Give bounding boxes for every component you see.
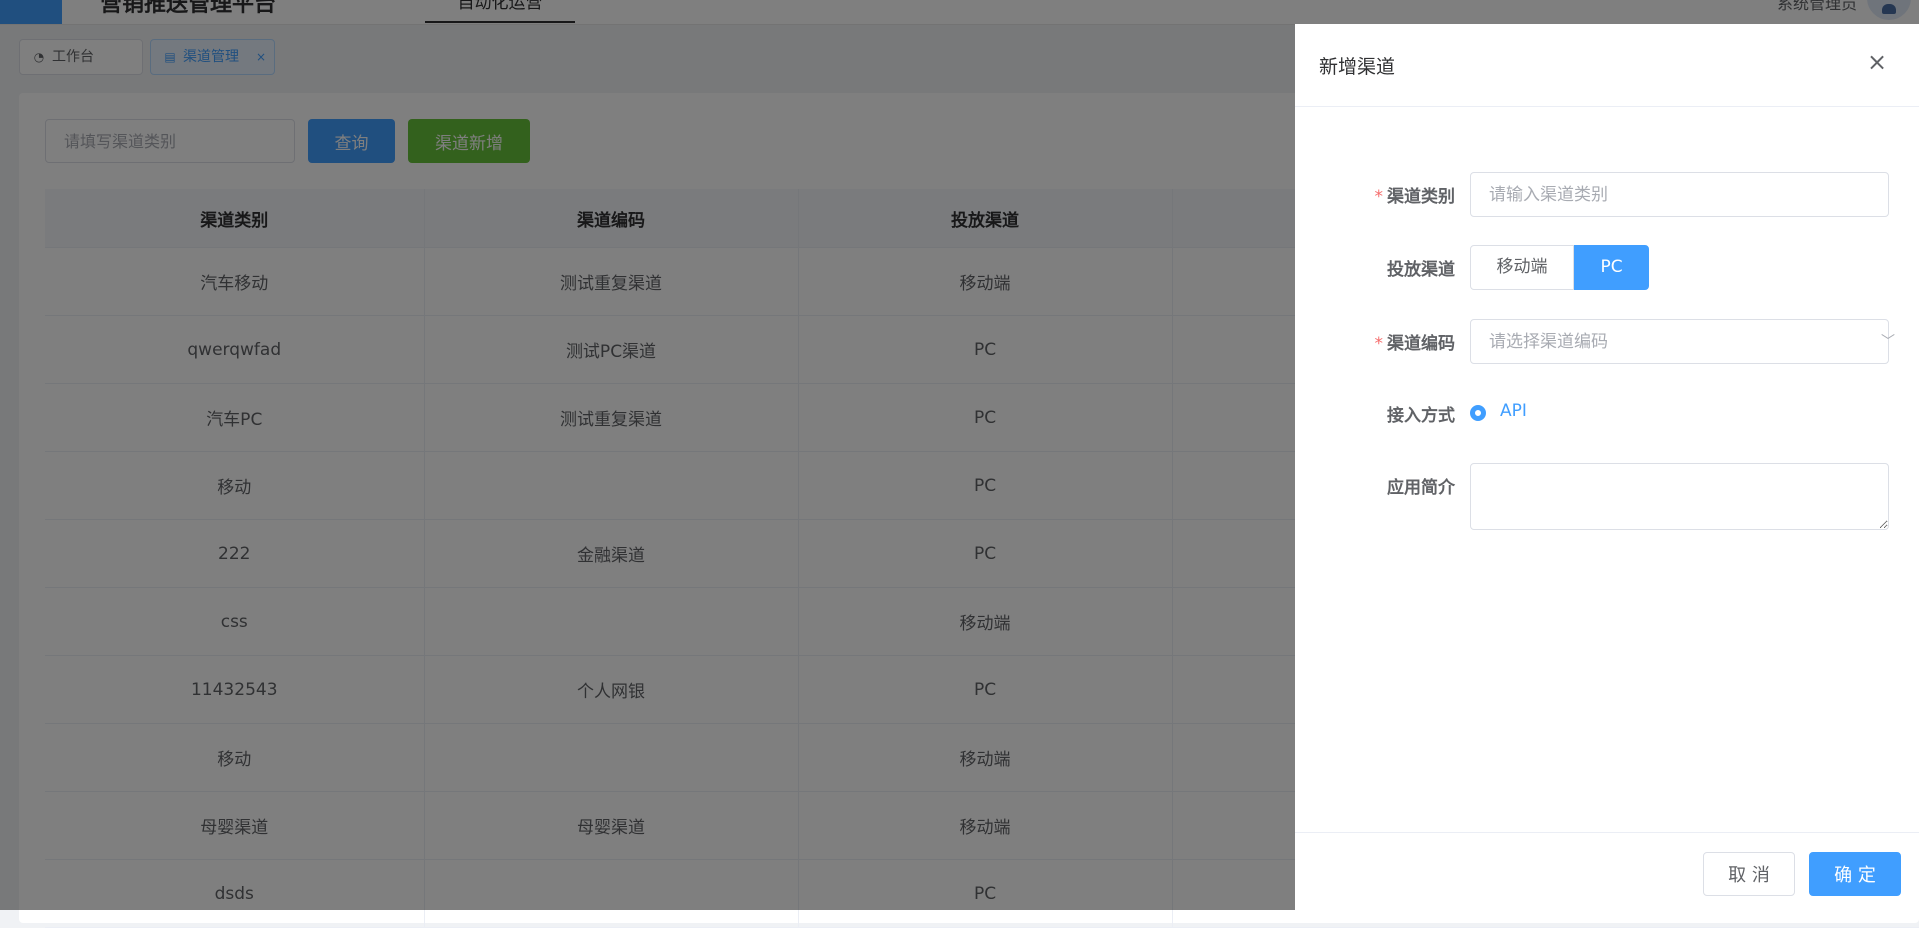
channel-label: 投放渠道 [1387,260,1455,280]
confirm-button[interactable]: 确 定 [1809,852,1901,896]
code-select[interactable]: ﹀ [1295,319,1919,364]
add-channel-drawer: 新增渠道 × *渠道类别 投放渠道 移动端 PC *渠道编码 ﹀ 接入方式 AP… [1295,24,1919,910]
chevron-down-icon: ﹀ [1881,334,1895,350]
access-label: 接入方式 [1387,406,1455,426]
radio-checked-icon[interactable] [1470,405,1486,421]
intro-textarea[interactable] [1470,463,1889,530]
drawer-footer: 取 消 确 定 [1295,832,1919,911]
channel-option-pc[interactable]: PC [1574,245,1649,290]
label-text: 渠道类别 [1387,187,1455,207]
close-icon[interactable]: × [1865,50,1889,74]
channel-option-mobile[interactable]: 移动端 [1470,245,1574,290]
intro-label: 应用简介 [1387,478,1455,498]
cancel-button[interactable]: 取 消 [1703,852,1795,896]
drawer-title: 新增渠道 [1319,56,1396,78]
category-input[interactable] [1470,172,1889,217]
required-mark: * [1374,187,1384,207]
drawer-header: 新增渠道 × [1295,24,1919,107]
access-option-api[interactable]: API [1500,401,1527,421]
code-select-input[interactable] [1470,319,1889,364]
category-label: * 渠道类别 [1335,182,1456,207]
